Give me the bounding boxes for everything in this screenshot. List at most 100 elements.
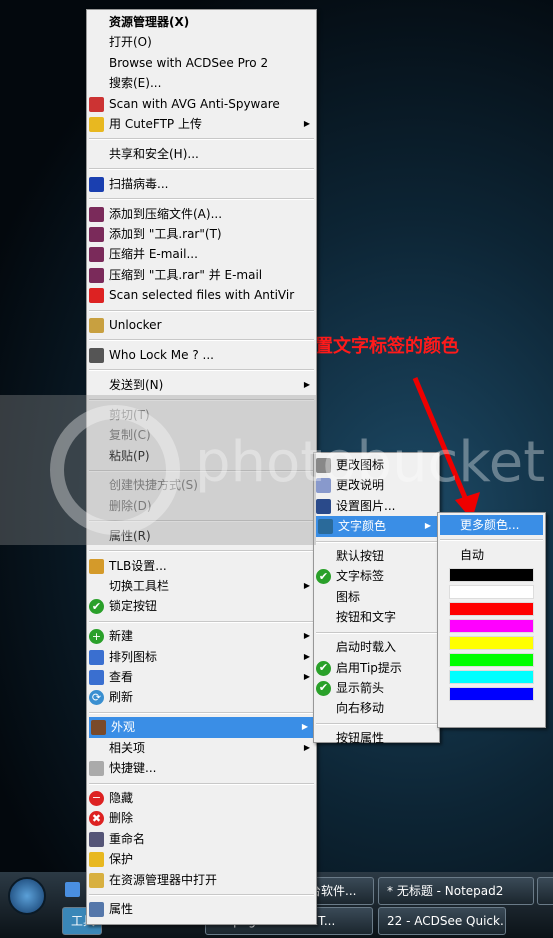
menu-item[interactable]: 在资源管理器中打开 (87, 870, 316, 890)
menu-item[interactable]: ✖ 删除 (87, 808, 316, 828)
menu-item[interactable]: 快捷键... (87, 758, 316, 778)
item-label: 相关项 (109, 740, 146, 755)
winrar-icon (89, 206, 104, 222)
menu-item[interactable]: 用 CuteFTP 上传 ▶ (87, 114, 316, 134)
color-swatch[interactable] (449, 568, 534, 583)
menu-item[interactable]: 共享和安全(H)... (87, 144, 316, 164)
separator (438, 535, 545, 545)
item-label: 更多颜色... (460, 518, 520, 532)
item-label: 设置图片... (336, 498, 396, 513)
menu-item[interactable]: 发送到(N) ▶ (87, 375, 316, 395)
taskbar-button-label: * 无标题 - Notepad2 (387, 884, 504, 898)
menu-item[interactable]: 添加到 "工具.rar"(T) (87, 224, 316, 244)
menu-item[interactable]: 查看 ▶ (87, 667, 316, 687)
view-icon (89, 670, 104, 686)
menu-item[interactable]: 属性 (87, 899, 316, 919)
menu-item[interactable]: 排列图标 ▶ (87, 647, 316, 667)
hide-icon: − (89, 791, 104, 806)
separator (87, 134, 316, 144)
item-label: 重命名 (109, 831, 146, 846)
menu-item[interactable]: Unlocker (87, 315, 316, 335)
menu-item[interactable]: 图标 (314, 587, 439, 607)
menu-item[interactable]: 压缩并 E-mail... (87, 244, 316, 264)
watermark-text: photobucket (195, 430, 546, 495)
menu-item[interactable]: 扫描病毒... (87, 174, 316, 194)
menu-item[interactable]: 切换工具栏 ▶ (87, 576, 316, 596)
color-icon (318, 519, 333, 535)
item-label: 搜索(E)... (109, 76, 162, 91)
menu-item[interactable]: 按钮属性 (314, 728, 439, 748)
menu-item[interactable]: ✔ 锁定按钮 (87, 596, 316, 616)
auto-color-item[interactable]: 自动 (438, 545, 545, 565)
menu-item[interactable]: − 隐藏 (87, 788, 316, 808)
menu-item[interactable]: ✔ 文字标签 (314, 566, 439, 586)
taskbar-button[interactable] (537, 877, 553, 905)
item-label: Browse with ACDSee Pro 2 (109, 55, 269, 70)
separator (87, 164, 316, 174)
start-button[interactable] (8, 877, 46, 915)
menu-item[interactable]: 打开(O) (87, 32, 316, 52)
separator (87, 546, 316, 556)
color-swatch[interactable] (449, 636, 534, 651)
separator (87, 335, 316, 345)
color-swatch[interactable] (449, 585, 534, 600)
item-label: 扫描病毒... (109, 176, 169, 191)
menu-item[interactable]: 压缩到 "工具.rar" 并 E-mail (87, 265, 316, 285)
picture-icon (316, 498, 331, 514)
menu-item[interactable]: 资源管理器(X) (87, 12, 316, 32)
menu-item[interactable]: + 新建 ▶ (87, 626, 316, 646)
menu-item[interactable]: 文字颜色 ▶ (316, 516, 437, 537)
winrar-icon (89, 247, 104, 263)
rename-icon (89, 831, 104, 847)
menu-item[interactable]: 外观 ▶ (89, 717, 314, 738)
menu-item[interactable]: 相关项 ▶ (87, 738, 316, 758)
menu-item[interactable]: Who Lock Me ? ... (87, 345, 316, 365)
item-label: Unlocker (109, 318, 162, 333)
menu-item[interactable]: TLB设置... (87, 556, 316, 576)
separator (87, 617, 316, 627)
item-label: Scan with AVG Anti-Spyware (109, 96, 280, 111)
menu-item[interactable]: ✔ 显示箭头 (314, 678, 439, 698)
menu-item[interactable]: Scan with AVG Anti-Spyware (87, 94, 316, 114)
quick-launch-icon[interactable] (65, 882, 80, 897)
color-swatch[interactable] (449, 653, 534, 668)
item-label: 保护 (109, 852, 134, 867)
separator (314, 719, 439, 729)
item-label: 显示箭头 (336, 680, 385, 695)
menu-item[interactable]: 默认按钮 (314, 546, 439, 566)
eye-icon (91, 720, 106, 736)
color-swatch[interactable] (449, 602, 534, 617)
more-colors-item[interactable]: 更多颜色... (440, 515, 543, 536)
color-swatch[interactable] (449, 619, 534, 634)
menu-item[interactable]: 设置图片... (314, 496, 439, 516)
item-label: 自动 (460, 547, 485, 562)
submenu-arrow-icon: ▶ (303, 118, 310, 128)
color-swatch[interactable] (449, 670, 534, 685)
menu-item[interactable]: ⟳ 刷新 (87, 687, 316, 707)
item-label: 启动时载入 (336, 640, 397, 655)
menu-item[interactable]: 重命名 (87, 829, 316, 849)
submenu-arrow-icon: ▶ (424, 521, 431, 531)
lock-icon (89, 852, 104, 868)
taskbar-button[interactable]: 22 - ACDSee Quick... (378, 907, 506, 935)
menu-item[interactable]: Scan selected files with AntiVir (87, 285, 316, 305)
taskbar-button[interactable]: * 无标题 - Notepad2 (378, 877, 534, 905)
check-icon: ✔ (316, 660, 331, 676)
menu-item[interactable]: 启动时载入 (314, 637, 439, 657)
menu-item[interactable]: 添加到压缩文件(A)... (87, 204, 316, 224)
item-label: TLB设置... (109, 558, 167, 573)
item-label: 快捷键... (109, 761, 157, 776)
item-label: 添加到 "工具.rar"(T) (109, 227, 222, 242)
menu-item[interactable]: 按钮和文字 (314, 607, 439, 627)
menu-item[interactable]: Browse with ACDSee Pro 2 (87, 53, 316, 73)
menu-item[interactable]: 向右移动 (314, 698, 439, 718)
appearance-submenu: 更改图标 更改说明 设置图片... 文字颜色 ▶ 默认按钮 ✔ 文字标签 图标 按钮和文字 启动时载… (313, 452, 440, 745)
separator (314, 537, 439, 547)
item-label: 隐藏 (109, 791, 134, 805)
color-swatch[interactable] (449, 687, 534, 702)
item-label: 默认按钮 (336, 549, 385, 564)
menu-item[interactable]: 保护 (87, 849, 316, 869)
menu-item[interactable]: ✔ 启用Tip提示 (314, 658, 439, 678)
winrar-icon (89, 227, 104, 243)
menu-item[interactable]: 搜索(E)... (87, 73, 316, 93)
